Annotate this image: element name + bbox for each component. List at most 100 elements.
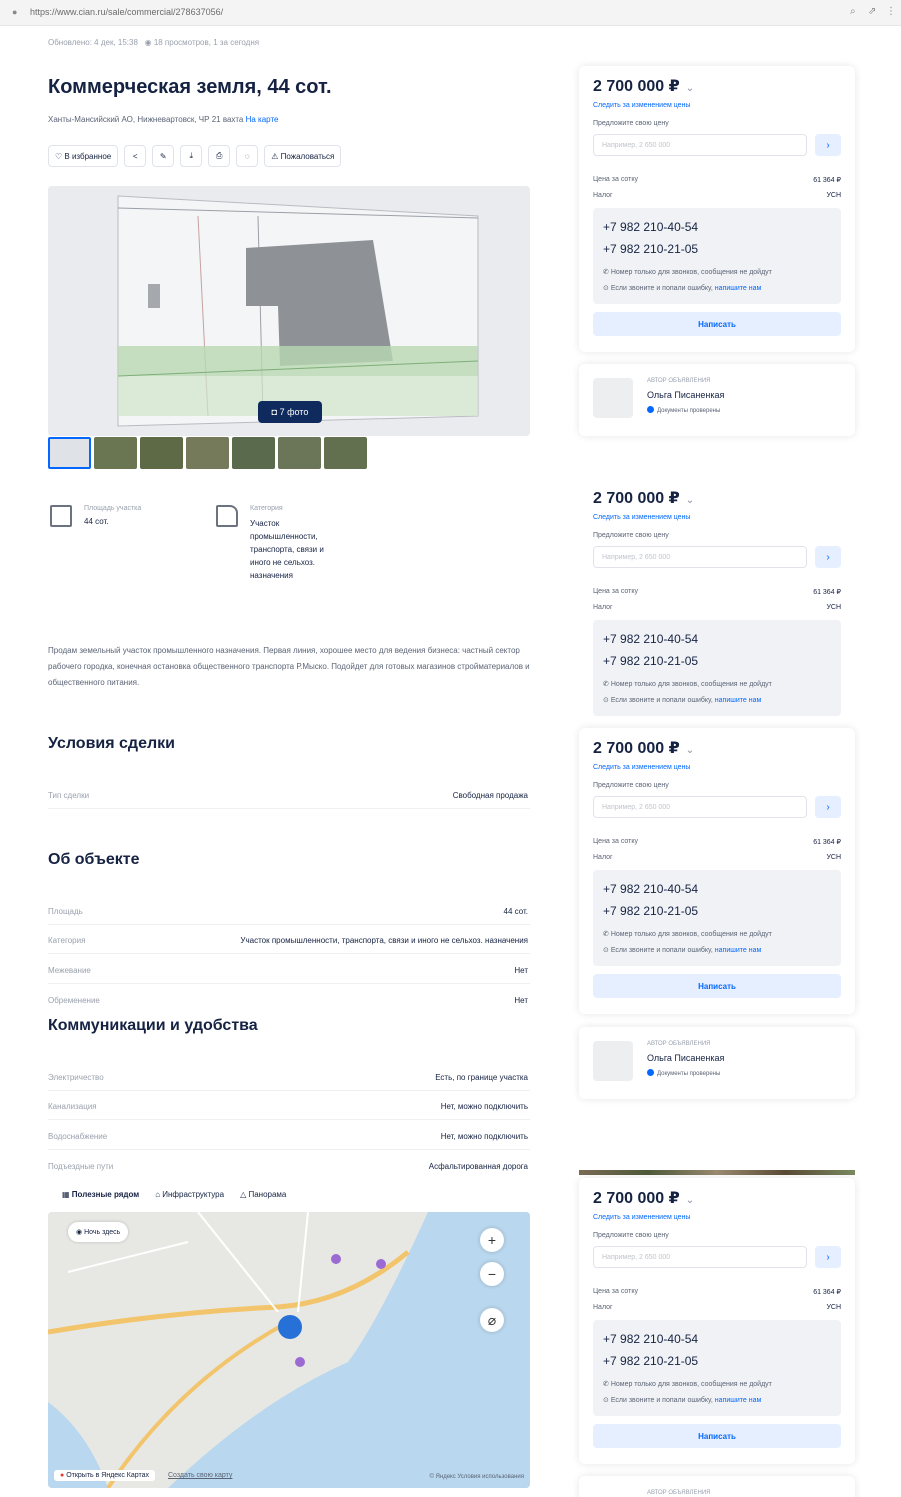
menu-icon[interactable]: ⋮ (886, 6, 896, 17)
row-value: Нет, можно подключить (440, 1132, 528, 1141)
phone-block: +7 982 210-40-54 +7 982 210-21-05 ✆ Номе… (593, 870, 841, 966)
hide-button[interactable]: ◌ (236, 145, 259, 167)
open-maps-label: Открыть в Яндекс Картах (66, 1472, 150, 1479)
offer-submit-button[interactable]: › (815, 546, 841, 568)
watch-price-link[interactable]: Следить за изменением цены (593, 1214, 690, 1221)
map-terms[interactable]: © Яндекс Условия использования (429, 1474, 524, 1480)
complain-button[interactable]: ⚠ Пожаловаться (264, 145, 342, 167)
edit-button[interactable]: ✎ (152, 145, 175, 167)
photo-count-badge[interactable]: ◘ 7 фото (258, 401, 322, 423)
object-row: Обременение Нет (48, 992, 530, 1014)
offer-submit-button[interactable]: › (815, 134, 841, 156)
phone-number[interactable]: +7 982 210-21-05 (603, 1354, 698, 1368)
pencil-icon: ✎ (159, 151, 167, 161)
phone-number[interactable]: +7 982 210-21-05 (603, 904, 698, 918)
chevron-down-icon[interactable]: ⌄ (686, 495, 694, 506)
thumbnail[interactable] (324, 437, 367, 469)
lock-icon: ● (12, 7, 18, 17)
yandex-pin-icon: ● (60, 1472, 65, 1479)
price: 2 700 000 ₽ ⌄ (593, 1188, 694, 1208)
phone-number[interactable]: +7 982 210-40-54 (603, 220, 698, 234)
avatar[interactable] (593, 378, 633, 418)
thumbnail[interactable] (278, 437, 321, 469)
phone-icon: ✆ (603, 1381, 611, 1388)
write-button[interactable]: Написать (593, 312, 841, 336)
feature-category: Категория Участок промышленности, трансп… (216, 505, 356, 595)
ruler-button[interactable]: ⌀ (480, 1308, 504, 1332)
tab-panorama[interactable]: △ Панорама (240, 1190, 286, 1199)
print-button[interactable]: ⎙ (208, 145, 231, 167)
thumbnail[interactable] (48, 437, 91, 469)
offer-price-input[interactable]: Например, 2 650 000 (593, 1246, 807, 1268)
nearby-chip[interactable]: ◉ Ночь здесь (68, 1222, 129, 1242)
phone-block: +7 982 210-40-54 +7 982 210-21-05 ✆ Номе… (593, 620, 841, 716)
tab-infrastructure[interactable]: ⌂ Инфраструктура (155, 1190, 224, 1199)
offer-price-input[interactable]: Например, 2 650 000 (593, 546, 807, 568)
open-yandex-maps-link[interactable]: ● Открыть в Яндекс Картах (54, 1470, 156, 1481)
write-us-link[interactable]: напишите нам (715, 947, 762, 954)
write-us-link[interactable]: напишите нам (715, 285, 762, 292)
thumbnail[interactable] (94, 437, 137, 469)
phone-number[interactable]: +7 982 210-21-05 (603, 242, 698, 256)
row-value: 44 сот. (503, 907, 528, 916)
row-value: Есть, по границе участка (435, 1073, 528, 1082)
offer-submit-button[interactable]: › (815, 1246, 841, 1268)
search-icon[interactable]: ⌕ (850, 6, 856, 17)
chevron-down-icon[interactable]: ⌄ (686, 83, 694, 94)
watch-price-link[interactable]: Следить за изменением цены (593, 102, 690, 109)
docs-checked: Документы проверены (647, 1069, 720, 1077)
tab-label: Полезные рядом (71, 1190, 140, 1199)
thumbnail[interactable] (140, 437, 183, 469)
phone-number[interactable]: +7 982 210-40-54 (603, 632, 698, 646)
phone-number[interactable]: +7 982 210-40-54 (603, 882, 698, 896)
url-text[interactable]: https://www.cian.ru/sale/commercial/2786… (30, 7, 223, 17)
download-button[interactable]: ⤓ (180, 145, 203, 167)
phone-icon: ✆ (603, 269, 611, 276)
offer-submit-button[interactable]: › (815, 796, 841, 818)
write-us-link[interactable]: напишите нам (715, 697, 762, 704)
object-row: Категория Участок промышленности, трансп… (48, 932, 530, 954)
utilities-title: Коммуникации и удобства (48, 1017, 258, 1034)
offer-price-input[interactable]: Например, 2 650 000 (593, 796, 807, 818)
author-name[interactable]: Ольга Писаненкая (647, 390, 724, 400)
favorite-button[interactable]: ♡ В избранное (48, 145, 119, 167)
write-button[interactable]: Написать (593, 1424, 841, 1448)
chevron-down-icon[interactable]: ⌄ (686, 1195, 694, 1206)
main-photo[interactable] (48, 186, 530, 436)
row-key: Налог (593, 192, 613, 199)
price-card: 2 700 000 ₽ ⌄ Следить за изменением цены … (579, 1178, 855, 1464)
page: ● https://www.cian.ru/sale/commercial/27… (0, 0, 901, 1497)
avatar[interactable] (593, 1041, 633, 1081)
favorite-label: В избранное (64, 151, 112, 161)
tax-row: Налог УСН (593, 1304, 841, 1311)
phone-number[interactable]: +7 982 210-40-54 (603, 1332, 698, 1346)
write-button[interactable]: Написать (593, 974, 841, 998)
help-icon: ⊙ (603, 285, 611, 292)
thumbnail[interactable] (232, 437, 275, 469)
map[interactable]: ◉ Ночь здесь + − ⌀ ● Открыть в Яндекс Ка… (48, 1212, 530, 1488)
camera-icon: ◘ (271, 407, 280, 417)
watch-price-link[interactable]: Следить за изменением цены (593, 514, 690, 521)
chevron-down-icon[interactable]: ⌄ (686, 745, 694, 756)
phone-note: ⊙ Если звоните и попали ошибку, напишите… (603, 946, 761, 954)
thumbnail[interactable] (186, 437, 229, 469)
row-value: УСН (826, 854, 841, 861)
offer-price-input[interactable]: Например, 2 650 000 (593, 134, 807, 156)
offer-label: Предложите свою цену (593, 782, 669, 789)
nearby-chip-label: Ночь здесь (84, 1228, 121, 1236)
author-name[interactable]: Ольга Писаненкая (647, 1053, 724, 1063)
tab-nearby[interactable]: ▦ Полезные рядом (62, 1190, 139, 1199)
share-icon[interactable]: ⇗ (868, 6, 876, 17)
create-map-link[interactable]: Создать свою карту (168, 1472, 232, 1479)
watch-price-link[interactable]: Следить за изменением цены (593, 764, 690, 771)
phone-number[interactable]: +7 982 210-21-05 (603, 654, 698, 668)
object-row: Площадь 44 сот. (48, 903, 530, 925)
write-us-link[interactable]: напишите нам (715, 1397, 762, 1404)
show-on-map-link[interactable]: На карте (246, 115, 279, 124)
zoom-out-button[interactable]: − (480, 1262, 504, 1286)
price-per-unit-row: Цена за сотку 61 364 ₽ (593, 176, 841, 184)
share-button[interactable]: < (124, 145, 147, 167)
zoom-in-button[interactable]: + (480, 1228, 504, 1252)
utilities-row: Канализация Нет, можно подключить (48, 1098, 530, 1120)
tax-row: Налог УСН (593, 854, 841, 861)
